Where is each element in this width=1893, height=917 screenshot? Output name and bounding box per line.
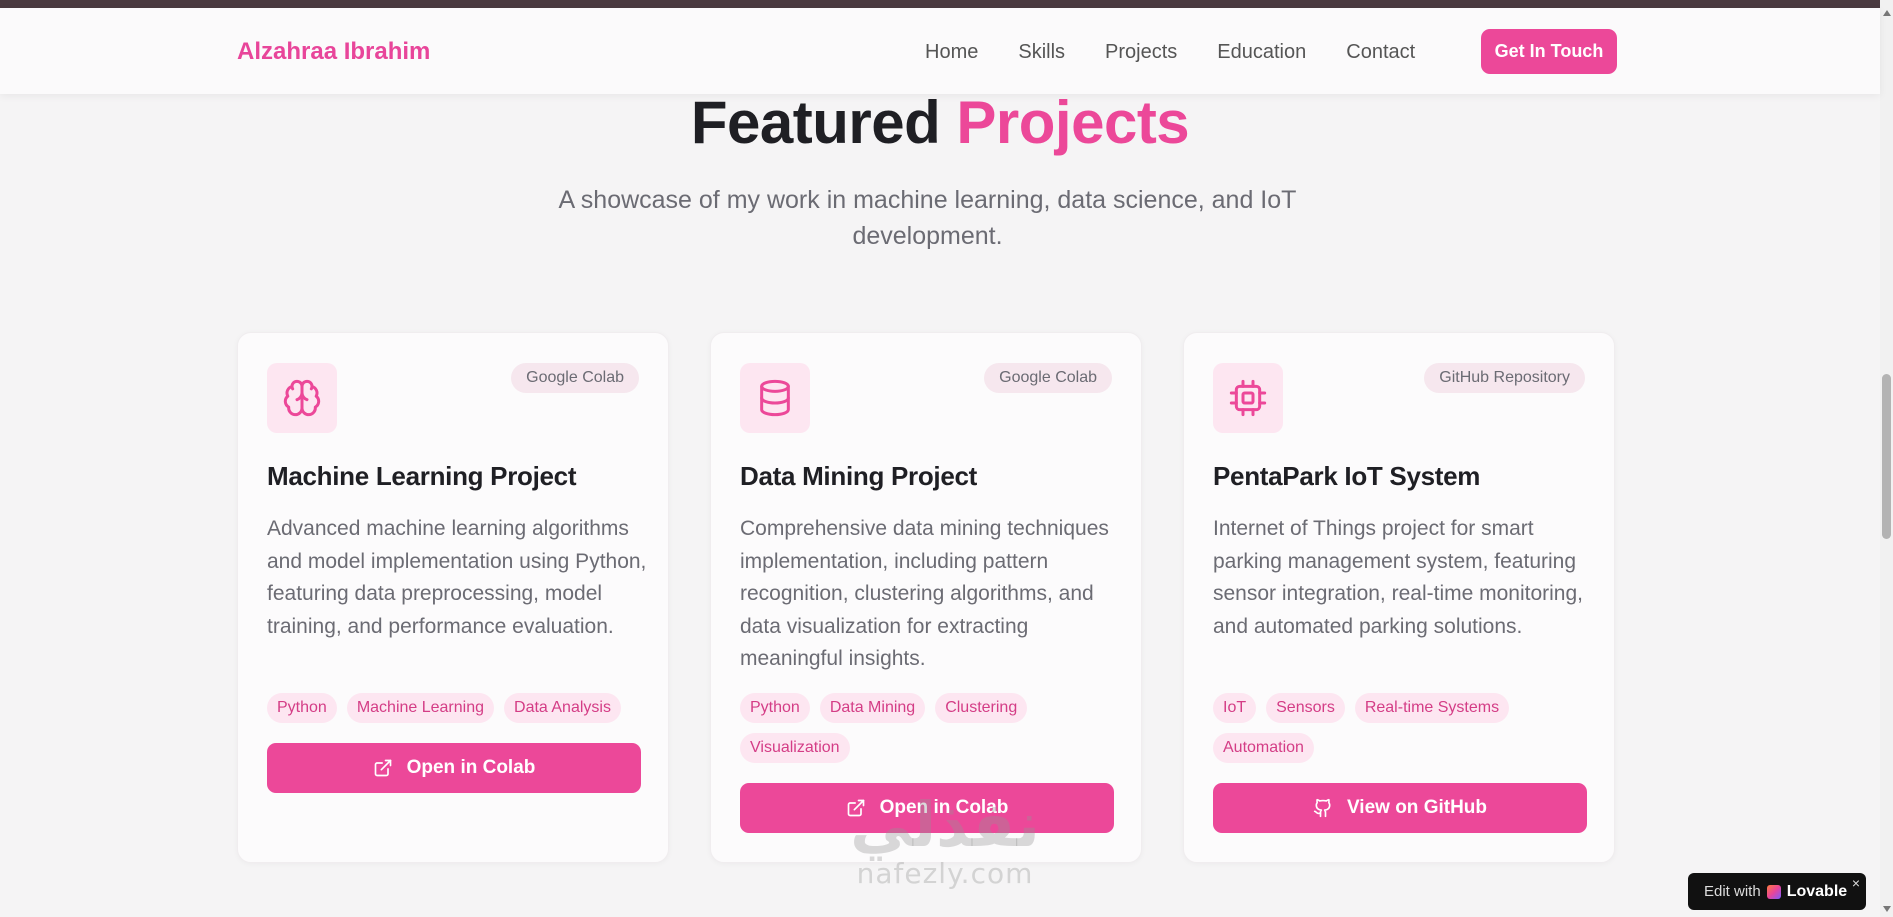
get-in-touch-button[interactable]: Get In Touch (1481, 29, 1617, 74)
nav-link-contact[interactable]: Contact (1346, 41, 1415, 64)
project-description: Internet of Things project for smart par… (1213, 517, 1584, 638)
watermark-arabic: نفذلي (850, 788, 1040, 861)
open-in-colab-button[interactable]: Open in Colab (267, 743, 641, 793)
project-description: Comprehensive data mining techniques imp… (740, 517, 1109, 670)
database-icon (740, 363, 810, 433)
project-description: Advanced machine learning algorithms and… (267, 517, 647, 638)
cpu-icon (1213, 363, 1283, 433)
tag-list: IoT Sensors Real-time Systems Automation (1213, 693, 1598, 763)
nav-link-education[interactable]: Education (1217, 41, 1306, 64)
project-card-data-mining: Google Colab Data Mining Project Compreh… (710, 332, 1142, 863)
close-icon[interactable]: × (1852, 875, 1860, 891)
lovable-name: Lovable (1786, 882, 1848, 900)
scrollbar-thumb[interactable] (1882, 374, 1891, 539)
section-title: Featured Projects (0, 88, 1880, 157)
tag: Automation (1213, 733, 1314, 763)
brain-icon (267, 363, 337, 433)
navbar: Alzahraa Ibrahim Home Skills Projects Ed… (0, 8, 1880, 94)
project-title: PentaPark IoT System (1213, 461, 1481, 491)
platform-badge: GitHub Repository (1424, 363, 1585, 393)
nav-link-skills[interactable]: Skills (1018, 41, 1065, 64)
scroll-down-arrow-icon[interactable] (1883, 906, 1891, 912)
tag: Data Mining (819, 693, 926, 723)
tag-list: Python Data Mining Clustering Visualizat… (740, 693, 1125, 763)
tag: Machine Learning (346, 693, 495, 723)
lovable-heart-icon (1766, 884, 1781, 899)
github-icon (1313, 798, 1331, 818)
platform-badge: Google Colab (511, 363, 639, 393)
tag: IoT (1213, 693, 1257, 723)
nafezly-watermark: نفذلي nafezly.com (835, 788, 1055, 891)
tag: Python (740, 693, 810, 723)
project-title: Machine Learning Project (267, 461, 577, 491)
project-card-ml: Google Colab Machine Learning Project Ad… (237, 332, 669, 863)
brand-logo[interactable]: Alzahraa Ibrahim (237, 38, 430, 66)
button-label: View on GitHub (1346, 797, 1488, 818)
platform-badge: Google Colab (984, 363, 1112, 393)
section-subtitle: A showcase of my work in machine learnin… (558, 186, 1297, 250)
button-label: Open in Colab (406, 757, 536, 778)
project-title: Data Mining Project (740, 461, 977, 491)
browser-top-strip (0, 0, 1893, 8)
tag: Visualization (740, 733, 850, 763)
project-card-pentapark: GitHub Repository PentaPark IoT System I… (1183, 332, 1615, 863)
tag: Sensors (1266, 693, 1345, 723)
tag: Clustering (935, 693, 1028, 723)
external-link-icon (374, 759, 391, 777)
nav-link-projects[interactable]: Projects (1105, 41, 1177, 64)
lovable-edit-label: Edit with (1704, 883, 1761, 900)
tag-list: Python Machine Learning Data Analysis (267, 693, 652, 723)
scroll-up-arrow-icon[interactable] (1883, 10, 1891, 16)
tag: Data Analysis (504, 693, 621, 723)
view-on-github-button[interactable]: View on GitHub (1213, 783, 1587, 833)
nav-link-home[interactable]: Home (925, 41, 978, 64)
tag: Python (267, 693, 337, 723)
edit-with-lovable-badge[interactable]: Edit with Lovable × (1688, 873, 1866, 910)
tag: Real-time Systems (1354, 693, 1510, 723)
section-title-main: Featured (690, 89, 941, 156)
watermark-latin: nafezly.com (856, 857, 1034, 890)
section-title-accent: Projects (956, 89, 1190, 156)
nav-links: Home Skills Projects Education Contact (925, 41, 1455, 64)
